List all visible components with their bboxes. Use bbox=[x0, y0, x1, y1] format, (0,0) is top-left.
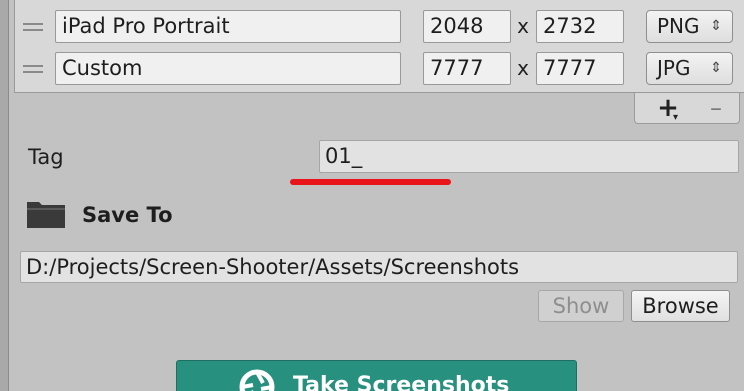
take-screenshots-button[interactable]: Take Screenshots bbox=[176, 360, 577, 391]
remove-resolution-button[interactable]: – bbox=[701, 95, 731, 121]
updown-arrows-icon: ⇕ bbox=[710, 18, 722, 34]
take-screenshots-label: Take Screenshots bbox=[293, 373, 510, 391]
minus-icon: – bbox=[710, 94, 722, 122]
updown-arrows-icon: ⇕ bbox=[710, 60, 722, 76]
inspector-edge bbox=[0, 0, 9, 391]
save-to-label: Save To bbox=[82, 203, 173, 227]
resolution-name-input[interactable]: iPad Pro Portrait bbox=[55, 10, 401, 43]
drag-handle-icon[interactable] bbox=[23, 20, 43, 32]
save-path-input[interactable]: D:/Projects/Screen-Shooter/Assets/Screen… bbox=[20, 251, 738, 283]
resolution-name-input[interactable]: Custom bbox=[55, 52, 401, 85]
dimension-separator: x bbox=[517, 56, 529, 80]
resolution-height-input[interactable]: 2732 bbox=[536, 10, 624, 43]
folder-icon bbox=[27, 202, 65, 228]
camera-shutter-icon bbox=[239, 369, 275, 391]
show-button[interactable]: Show bbox=[538, 290, 624, 322]
resolution-row: iPad Pro Portrait 2048 x 2732 PNG ⇕ bbox=[14, 10, 739, 43]
tag-input[interactable]: 01_ bbox=[319, 140, 739, 173]
dimension-separator: x bbox=[517, 14, 529, 38]
resolution-width-input[interactable]: 7777 bbox=[423, 52, 511, 85]
format-dropdown-label: JPG bbox=[657, 56, 691, 80]
browse-button[interactable]: Browse bbox=[631, 290, 730, 322]
format-dropdown[interactable]: PNG ⇕ bbox=[646, 10, 733, 43]
dropdown-caret-icon: ▾ bbox=[673, 112, 679, 123]
tag-label: Tag bbox=[28, 145, 64, 169]
drag-handle-icon[interactable] bbox=[23, 62, 43, 74]
format-dropdown[interactable]: JPG ⇕ bbox=[646, 52, 733, 85]
add-resolution-button[interactable]: + ▾ bbox=[653, 95, 683, 123]
annotation-underline bbox=[290, 179, 451, 185]
list-add-remove-footer: + ▾ – bbox=[634, 93, 740, 124]
resolution-row: Custom 7777 x 7777 JPG ⇕ bbox=[14, 52, 739, 85]
format-dropdown-label: PNG bbox=[657, 14, 700, 38]
resolution-height-input[interactable]: 7777 bbox=[536, 52, 624, 85]
resolution-width-input[interactable]: 2048 bbox=[423, 10, 511, 43]
